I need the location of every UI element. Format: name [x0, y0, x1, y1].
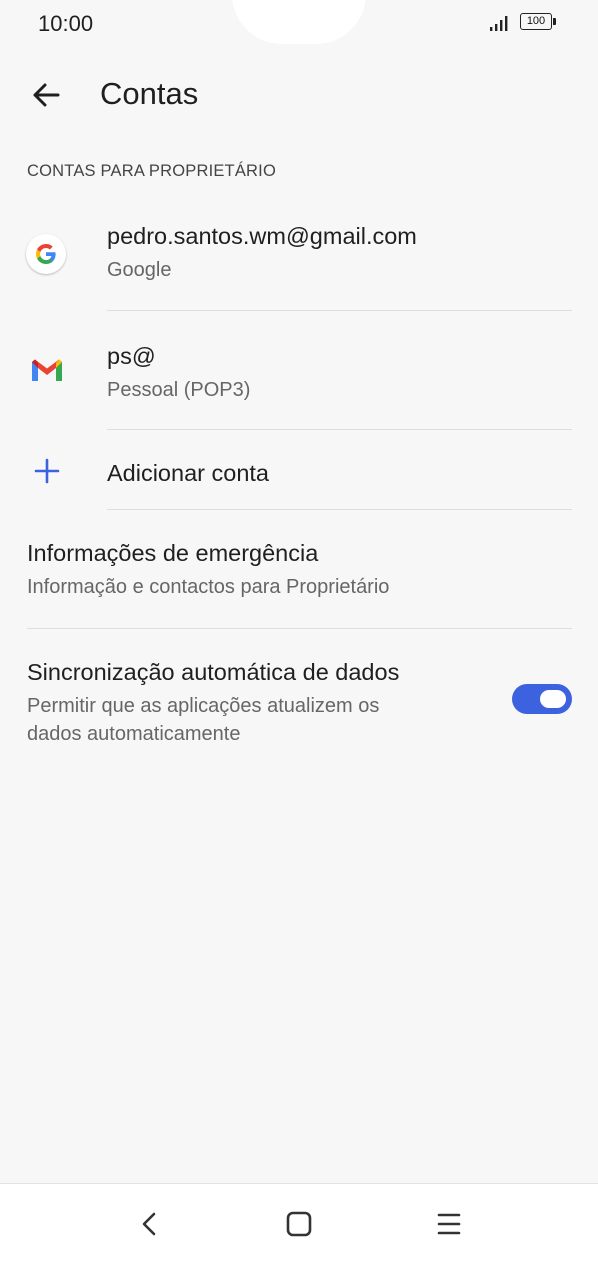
account-type: Google	[107, 259, 172, 281]
battery-level: 100	[526, 15, 546, 27]
account-type: Pessoal (POP3)	[107, 379, 251, 401]
arrow-left-icon[interactable]	[28, 77, 64, 113]
divider	[107, 429, 572, 430]
account-email: ps@	[107, 343, 156, 369]
battery-icon: 100	[520, 13, 552, 30]
battery-tip	[553, 18, 556, 25]
emergency-subtitle: Informação e contactos para Proprietário	[27, 576, 390, 598]
add-account-button[interactable]: Adicionar conta	[0, 440, 598, 508]
back-nav-icon[interactable]	[132, 1206, 168, 1242]
page-title: Contas	[100, 76, 199, 111]
navigation-bar	[0, 1183, 598, 1263]
auto-sync-toggle[interactable]	[512, 684, 572, 714]
emergency-title: Informações de emergência	[27, 540, 319, 566]
toggle-knob	[540, 690, 566, 708]
status-bar: 10:00 100	[0, 0, 598, 48]
add-account-label: Adicionar conta	[107, 460, 269, 486]
home-nav-icon[interactable]	[281, 1206, 317, 1242]
account-email: pedro.santos.wm@gmail.com	[107, 223, 417, 249]
recents-nav-icon[interactable]	[431, 1206, 467, 1242]
auto-sync-item[interactable]: Sincronização automática de dados Permit…	[0, 640, 598, 760]
auto-sync-subtitle-line2: dados automaticamente	[27, 723, 241, 745]
section-header: CONTAS PARA PROPRIETÁRIO	[27, 162, 276, 180]
emergency-info-item[interactable]: Informações de emergência Informação e c…	[0, 520, 598, 628]
status-time: 10:00	[38, 11, 94, 36]
account-item-pop3[interactable]: ps@ Pessoal (POP3)	[0, 330, 598, 430]
camera-notch	[232, 0, 366, 44]
signal-icon	[490, 16, 508, 31]
divider	[107, 310, 572, 311]
accounts-screen: 10:00 100 Contas CONTAS PARA PROPRIETÁRI…	[0, 0, 598, 1263]
gmail-icon	[32, 359, 62, 381]
auto-sync-subtitle-line1: Permitir que as aplicações atualizem os	[27, 695, 380, 717]
google-icon	[26, 234, 66, 274]
plus-icon	[34, 458, 60, 484]
divider	[107, 509, 572, 510]
account-item-google[interactable]: pedro.santos.wm@gmail.com Google	[0, 210, 598, 310]
divider	[27, 628, 572, 629]
auto-sync-title: Sincronização automática de dados	[27, 659, 400, 685]
